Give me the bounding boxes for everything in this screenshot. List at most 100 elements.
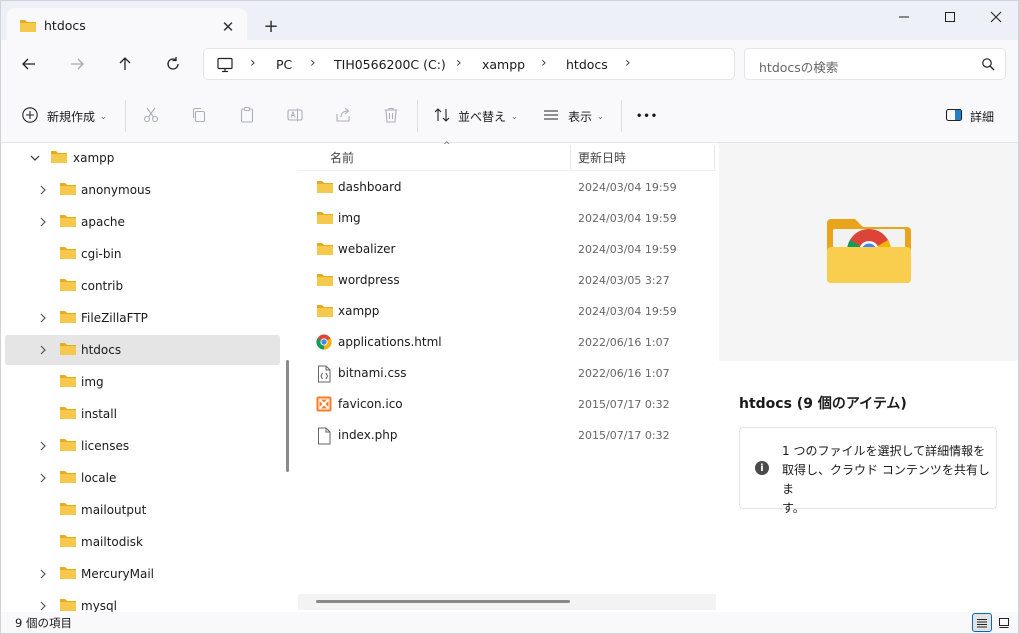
address-bar[interactable]: › PC › TIH0566200C (C:) › xampp › htdocs… xyxy=(203,48,735,80)
file-row[interactable]: bitnami.css 2022/06/16 1:07 xyxy=(310,359,710,387)
computer-icon xyxy=(216,57,234,76)
navigation-pane: xampp anonymous apache cgi-bin contrib F… xyxy=(0,143,282,612)
info-box: i 1 つのファイルを選択して詳細情報を 取得し、クラウド コンテンツを共有しま… xyxy=(739,427,997,515)
breadcrumb-xampp[interactable]: xampp xyxy=(482,57,525,72)
chevron-right-icon[interactable] xyxy=(35,473,51,483)
sort-ascending-icon: ^ xyxy=(443,141,451,151)
folder-icon xyxy=(59,213,77,231)
sidebar-item-install[interactable]: install xyxy=(5,399,280,429)
breadcrumb-htdocs[interactable]: htdocs xyxy=(566,57,608,72)
breadcrumb-chevron-icon[interactable]: › xyxy=(310,55,316,71)
file-row[interactable]: dashboard 2024/03/04 19:59 xyxy=(310,173,710,201)
column-header-name[interactable]: 名前 xyxy=(330,149,354,166)
paste-button[interactable] xyxy=(238,104,256,128)
close-tab-icon[interactable]: ✕ xyxy=(217,16,239,38)
back-button[interactable] xyxy=(15,50,43,78)
new-button[interactable]: 新規作成 ⌄ xyxy=(21,104,107,128)
forward-button[interactable] xyxy=(63,50,91,78)
sidebar-item-mailoutput[interactable]: mailoutput xyxy=(5,495,280,525)
chevron-right-icon[interactable] xyxy=(35,569,51,579)
chevron-down-icon: ⌄ xyxy=(100,111,107,121)
breadcrumb-pc[interactable]: PC xyxy=(276,57,292,72)
css-file-icon xyxy=(316,365,332,386)
file-date: 2024/03/05 3:27 xyxy=(578,274,670,287)
cut-button[interactable] xyxy=(142,104,160,128)
file-row[interactable]: index.php 2015/07/17 0:32 xyxy=(310,421,710,449)
sidebar-item-htdocs[interactable]: htdocs xyxy=(5,335,280,365)
maximize-button[interactable] xyxy=(927,1,973,33)
close-window-button[interactable] xyxy=(973,1,1019,33)
breadcrumb-chevron-icon[interactable]: › xyxy=(541,55,547,71)
file-row[interactable]: applications.html 2022/06/16 1:07 xyxy=(310,328,710,356)
sidebar-item-licenses[interactable]: licenses xyxy=(5,431,280,461)
info-line: す。 xyxy=(782,501,805,515)
sidebar-item-contrib[interactable]: contrib xyxy=(5,271,280,301)
sidebar-item-locale[interactable]: locale xyxy=(5,463,280,493)
chevron-right-icon[interactable] xyxy=(35,601,51,611)
up-button[interactable] xyxy=(111,50,139,78)
details-label: 詳細 xyxy=(970,109,995,124)
breadcrumb-drive[interactable]: TIH0566200C (C:) xyxy=(334,57,446,72)
search-input[interactable]: htdocsの検索 xyxy=(744,48,1006,80)
copy-icon xyxy=(190,106,208,127)
chevron-right-icon[interactable] xyxy=(35,441,51,451)
sidebar-item-cgi-bin[interactable]: cgi-bin xyxy=(5,239,280,269)
folder-icon xyxy=(59,597,77,612)
chrome-html-icon xyxy=(316,334,332,353)
file-name: img xyxy=(338,211,361,225)
chevron-right-icon[interactable] xyxy=(35,313,51,323)
sidebar-item-mysql[interactable]: mysql xyxy=(5,591,280,612)
sidebar-item-label: contrib xyxy=(81,279,124,293)
file-date: 2015/07/17 0:32 xyxy=(578,398,670,411)
xampp-ico-icon xyxy=(316,396,332,415)
sidebar-item-mailtodisk[interactable]: mailtodisk xyxy=(5,527,280,557)
sort-label: 並べ替え xyxy=(458,109,507,124)
rename-button[interactable] xyxy=(286,104,304,128)
chevron-right-icon[interactable] xyxy=(35,217,51,227)
column-header-date[interactable]: 更新日時 xyxy=(578,149,626,166)
share-button[interactable] xyxy=(334,104,352,128)
tiles-view-button[interactable] xyxy=(994,613,1014,632)
details-view-button[interactable] xyxy=(972,613,992,632)
more-options-button[interactable]: ••• xyxy=(636,104,658,128)
chevron-right-icon[interactable] xyxy=(35,345,51,355)
file-name: favicon.ico xyxy=(338,397,403,411)
folder-icon xyxy=(59,437,77,455)
details-pane-button[interactable]: 詳細 xyxy=(945,104,994,128)
file-row[interactable]: webalizer 2024/03/04 19:59 xyxy=(310,235,710,263)
file-row[interactable]: xampp 2024/03/04 19:59 xyxy=(310,297,710,325)
sidebar-scrollbar[interactable] xyxy=(286,360,289,472)
chevron-down-icon[interactable] xyxy=(27,153,43,163)
sort-button[interactable]: 並べ替え ⌄ xyxy=(433,104,518,128)
column-divider[interactable] xyxy=(570,145,571,169)
file-row[interactable]: img 2024/03/04 19:59 xyxy=(310,204,710,232)
sidebar-item-filezillaftp[interactable]: FileZillaFTP xyxy=(5,303,280,333)
view-button[interactable]: 表示 ⌄ xyxy=(542,104,604,128)
column-divider[interactable] xyxy=(714,145,715,169)
horizontal-scrollbar[interactable] xyxy=(316,600,570,603)
folder-icon xyxy=(59,469,77,487)
sort-arrows-icon xyxy=(433,106,451,127)
breadcrumb-chevron-icon[interactable]: › xyxy=(250,55,256,71)
folder-icon xyxy=(316,241,334,259)
breadcrumb-chevron-icon[interactable]: › xyxy=(625,55,631,71)
sidebar-item-label: xampp xyxy=(73,151,115,165)
sidebar-item-img[interactable]: img xyxy=(5,367,280,397)
minimize-button[interactable] xyxy=(881,1,927,33)
sidebar-item-mercurymail[interactable]: MercuryMail xyxy=(5,559,280,589)
horizontal-scrollbar-track xyxy=(298,594,716,610)
sidebar-item-label: mailoutput xyxy=(81,503,147,517)
sidebar-item-apache[interactable]: apache xyxy=(5,207,280,237)
new-tab-button[interactable]: + xyxy=(259,14,283,38)
sidebar-item-xampp[interactable]: xampp xyxy=(5,143,280,173)
sidebar-item-anonymous[interactable]: anonymous xyxy=(5,175,280,205)
file-row[interactable]: wordpress 2024/03/05 3:27 xyxy=(310,266,710,294)
breadcrumb-chevron-icon[interactable]: › xyxy=(456,55,462,71)
sidebar-item-label: mailtodisk xyxy=(81,535,143,549)
info-icon: i xyxy=(755,461,769,475)
delete-button[interactable] xyxy=(382,104,400,128)
refresh-button[interactable] xyxy=(159,50,187,78)
chevron-right-icon[interactable] xyxy=(35,185,51,195)
file-row[interactable]: favicon.ico 2015/07/17 0:32 xyxy=(310,390,710,418)
copy-button[interactable] xyxy=(190,104,208,128)
